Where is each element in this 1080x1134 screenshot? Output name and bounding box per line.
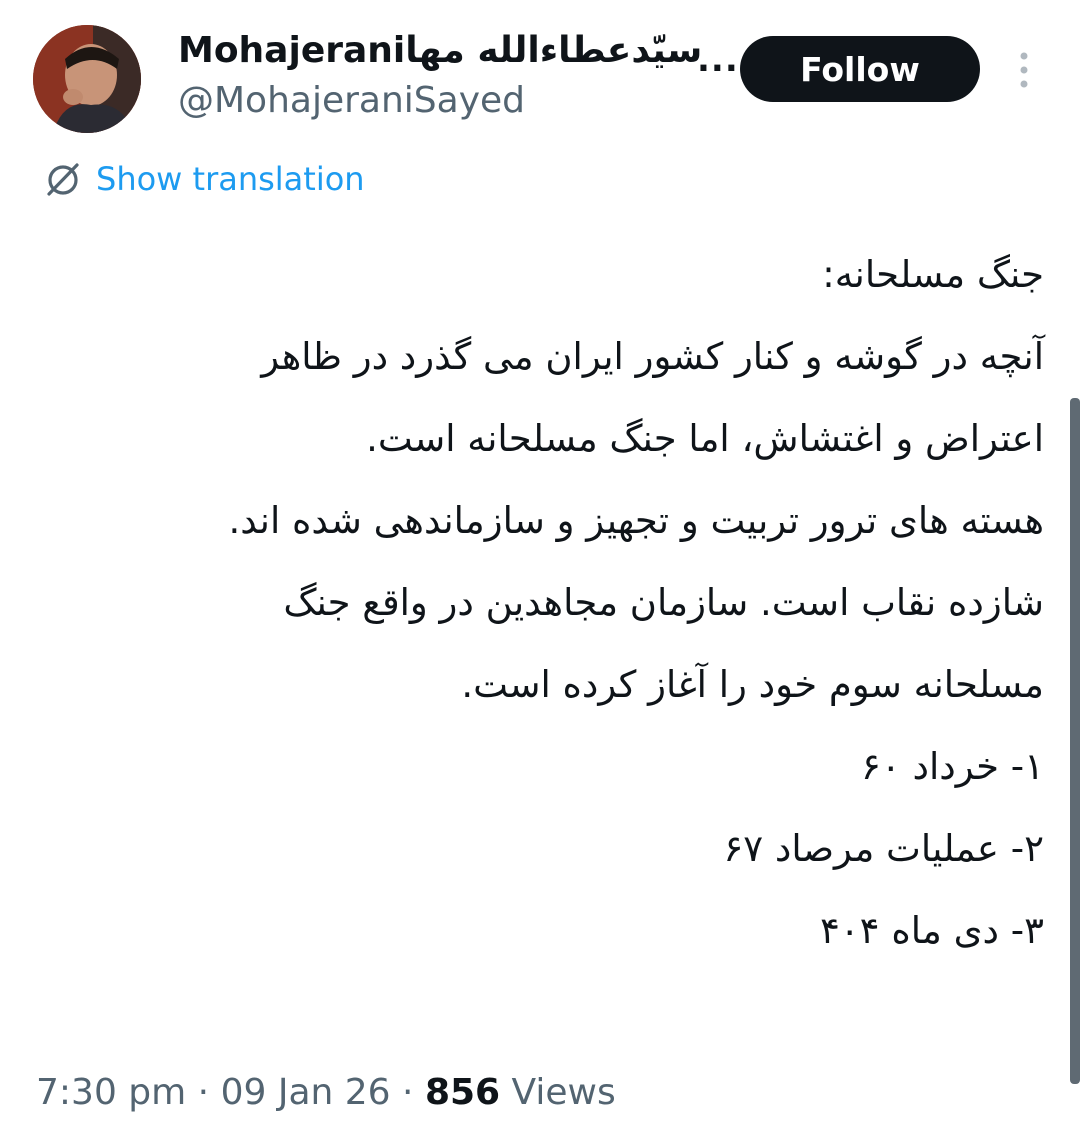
tweet-line: مسلحانه سوم خود را آغاز کرده است. [461, 663, 1044, 706]
tweet-line: ۳- دی ماه ۴۰۴ [819, 909, 1044, 952]
author-handle[interactable]: @MohajeraniSayed [178, 80, 525, 121]
tweet-time[interactable]: 7:30 pm [36, 1072, 186, 1113]
tweet-date[interactable]: 09 Jan 26 [221, 1072, 391, 1113]
kebab-menu-icon[interactable] [1012, 50, 1036, 90]
author-display-name[interactable]: Mohajeraniسیّدعطاءالله مها [178, 30, 702, 71]
tweet-line: اعتراض و اغتشاش، اما جنگ مسلحانه است. [366, 417, 1044, 460]
tweet-line: جنگ مسلحانه: [822, 253, 1044, 296]
tweet-line: ۲- عملیات مرصاد ۶۷ [723, 827, 1044, 870]
more-dots: ... [697, 40, 739, 80]
tweet-line: ۱- خرداد ۶۰ [860, 745, 1044, 788]
tweet-line: هسته های ترور تربیت و تجهیز و سازماندهی … [228, 499, 1045, 542]
views-label: Views [511, 1072, 616, 1113]
scrollbar[interactable] [1070, 398, 1080, 1084]
avatar[interactable] [33, 25, 141, 133]
tweet-line: آنچه در گوشه و کنار کشور ایران می گذرد د… [261, 335, 1044, 378]
profile-photo-icon [33, 25, 141, 133]
tweet-line: شازده نقاب است. سازمان مجاهدین در واقع ج… [283, 581, 1044, 624]
show-translation-label: Show translation [96, 160, 365, 198]
tweet-meta: 7:30 pm · 09 Jan 26 · 856 Views [36, 1072, 616, 1113]
globe-slash-icon [47, 163, 79, 196]
tweet-text: جنگ مسلحانه: آنچه در گوشه و کنار کشور ای… [84, 252, 1045, 990]
follow-button[interactable]: Follow [740, 36, 980, 102]
meta-separator: · [402, 1072, 414, 1113]
show-translation-link[interactable]: Show translation [44, 160, 365, 198]
meta-separator: · [197, 1072, 210, 1113]
views-count: 856 [424, 1072, 501, 1113]
